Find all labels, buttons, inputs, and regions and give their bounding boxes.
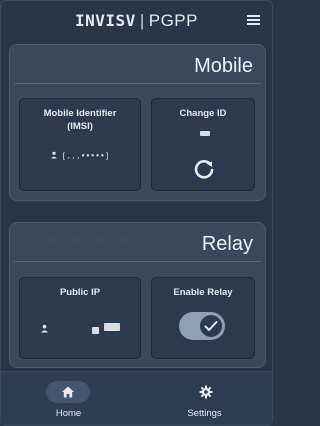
section-divider	[40, 239, 150, 241]
mobile-section: Mobile Mobile Identifier (IMSI) [...••••…	[9, 44, 266, 201]
public-ip-title: Public IP	[59, 287, 101, 298]
change-id-card: Change ID	[151, 98, 255, 191]
brand-title: INVISV | PGPP	[1, 11, 272, 31]
relay-section-title: Relay	[201, 233, 253, 255]
nav-home-label: Home	[55, 408, 82, 419]
gear-icon	[199, 385, 213, 399]
home-icon	[61, 385, 75, 399]
imsi-value-row: [...•••••]	[20, 151, 140, 161]
enable-relay-title: Enable Relay	[173, 287, 233, 298]
person-icon	[40, 320, 49, 338]
brand-separator: |	[139, 11, 145, 30]
public-ip-value	[104, 323, 120, 331]
public-ip-card: Public IP	[19, 277, 141, 359]
person-icon	[50, 151, 58, 161]
nav-item-settings[interactable]: Settings	[137, 372, 272, 425]
check-icon	[204, 321, 218, 331]
toggle-knob	[200, 315, 222, 337]
enable-relay-toggle[interactable]	[179, 312, 225, 340]
section-divider	[14, 83, 261, 84]
bottom-navigation: Home Settings	[1, 371, 272, 425]
app-window: INVISV | PGPP Mobile Mobile Identifier (IM…	[0, 0, 273, 426]
nav-settings-label: Settings	[187, 408, 222, 419]
app-header: INVISV | PGPP	[1, 1, 272, 41]
mobile-identifier-card: Mobile Identifier (IMSI) [...•••••]	[19, 98, 141, 191]
brand-name: INVISV	[75, 11, 136, 30]
change-id-title: Change ID	[179, 108, 227, 119]
mobile-section-title: Mobile	[194, 55, 253, 77]
nav-item-home[interactable]: Home	[1, 372, 136, 425]
section-divider	[14, 261, 261, 262]
relay-section: Relay Public IP Enable Relay	[9, 222, 266, 368]
change-id-value	[200, 131, 210, 136]
brand-sub: PGPP	[148, 11, 198, 30]
hamburger-icon[interactable]	[247, 15, 260, 26]
mobile-identifier-title: Mobile Identifier (IMSI)	[43, 108, 117, 132]
refresh-icon[interactable]	[192, 157, 216, 181]
public-ip-value	[92, 327, 99, 334]
imsi-value: [...•••••]	[61, 151, 110, 161]
enable-relay-card: Enable Relay	[151, 277, 255, 359]
